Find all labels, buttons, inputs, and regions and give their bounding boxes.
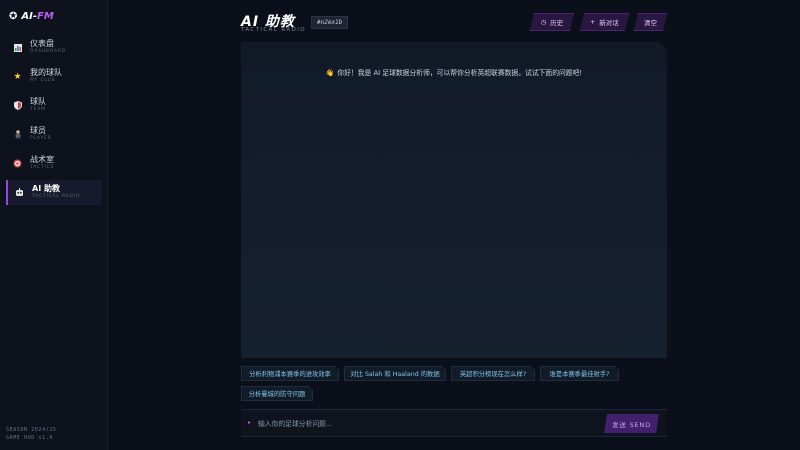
clock-icon: ◷: [540, 18, 547, 26]
sidebar-item-label: 我的球队: [30, 68, 62, 78]
welcome-message: 👋 你好！我是 AI 足球数据分析师，可以帮你分析英超联赛数据。试试下面的问题吧!: [241, 67, 667, 77]
sidebar-item-sublabel: DASHBOARD: [30, 49, 67, 55]
season-info: SEASON 2024/25 GAME HUD v1.0: [6, 426, 57, 442]
sidebar-item-label: 球队: [30, 97, 46, 107]
page-subtitle: TACTICAL RADIO: [241, 27, 306, 33]
suggestion-chip[interactable]: 对比 Salah 和 Haaland 的数据: [344, 366, 446, 381]
chat-panel[interactable]: 👋 你好！我是 AI 足球数据分析师，可以帮你分析英超联赛数据。试试下面的问题吧!: [241, 42, 667, 358]
waving-hand-icon: 👋: [325, 69, 335, 77]
shield-icon: [13, 101, 22, 110]
player-icon: [13, 130, 22, 139]
welcome-text: 你好！我是 AI 足球数据分析师，可以帮你分析英超联赛数据。试试下面的问题吧!: [337, 69, 583, 77]
suggestion-chip-label: 谁是本赛季最佳射手?: [549, 371, 610, 378]
sidebar: ✪ AI-FM 仪表盘 DASHBOARD ★ 我的球队 MY CLUB 球队 TEA…: [0, 0, 108, 450]
version-label: GAME HUD v1.0: [6, 435, 53, 441]
clear-button-label: 清空: [644, 19, 657, 27]
sidebar-item-label: 球员: [30, 126, 46, 136]
new-chat-button-label: 新对话: [599, 19, 619, 27]
sidebar-item-sublabel: PLAYER: [30, 136, 52, 142]
suggestion-chip[interactable]: 谁是本赛季最佳射手?: [540, 366, 619, 381]
suggestion-chip-label: 英超积分榜现在怎么样?: [459, 371, 527, 378]
sidebar-item-tactics[interactable]: 战术室 TACTICS: [0, 149, 108, 178]
suggestion-chip-label: 分析利物浦本赛季的进攻效率: [249, 371, 331, 378]
sidebar-item-dashboard[interactable]: 仪表盘 DASHBOARD: [0, 33, 108, 62]
sidebar-item-player[interactable]: 球员 PLAYER: [0, 120, 108, 149]
prompt-arrow-icon: ▸: [248, 419, 252, 426]
sidebar-item-my-club[interactable]: ★ 我的球队 MY CLUB: [0, 62, 108, 91]
sidebar-item-sublabel: TACTICS: [30, 165, 55, 171]
send-button[interactable]: 发送 SEND: [604, 414, 659, 433]
sidebar-item-sublabel: TEAM: [30, 107, 46, 113]
sidebar-item-sublabel: TACTICAL RADIO: [32, 194, 81, 200]
suggestion-chip[interactable]: 英超积分榜现在怎么样?: [451, 366, 535, 381]
sidebar-item-label: AI 助教: [32, 184, 60, 194]
bar-chart-icon: [13, 43, 22, 52]
sidebar-nav: 仪表盘 DASHBOARD ★ 我的球队 MY CLUB 球队 TEAM 球员 PLAY…: [0, 33, 108, 207]
soccer-ball-icon: ✪: [9, 11, 18, 22]
sidebar-item-label: 战术室: [30, 155, 54, 165]
clear-button[interactable]: 清空: [634, 13, 667, 31]
chat-input[interactable]: [258, 416, 588, 432]
sidebar-item-sublabel: MY CLUB: [30, 78, 56, 84]
chat-input-bar: ▸ 发送 SEND: [241, 409, 667, 437]
suggestion-chip-label: 分析曼城的防守问题: [248, 391, 306, 398]
session-id-badge: #n2ex1b: [311, 16, 349, 29]
suggestion-chip[interactable]: 分析利物浦本赛季的进攻效率: [241, 366, 339, 381]
sidebar-item-label: 仪表盘: [30, 39, 54, 49]
logo-text-prefix: AI-: [21, 11, 38, 22]
sidebar-item-team[interactable]: 球队 TEAM: [0, 91, 108, 120]
season-label: SEASON 2024/25: [6, 427, 57, 433]
plus-icon: +: [590, 18, 596, 26]
robot-icon: [15, 188, 24, 197]
star-icon: ★: [13, 71, 22, 82]
logo-text-suffix: FM: [37, 11, 54, 22]
history-button-label: 历史: [550, 19, 564, 27]
sidebar-item-ai-assistant[interactable]: AI 助教 TACTICAL RADIO: [6, 180, 102, 205]
suggestion-chip-label: 对比 Salah 和 Haaland 的数据: [350, 371, 440, 378]
new-chat-button[interactable]: + 新对话: [580, 13, 629, 31]
suggestion-chip[interactable]: 分析曼城的防守问题: [241, 386, 313, 401]
history-button[interactable]: ◷ 历史: [530, 13, 574, 31]
send-button-label: 发送 SEND: [612, 420, 651, 429]
target-icon: [13, 159, 22, 168]
app-logo[interactable]: ✪ AI-FM: [9, 11, 54, 22]
